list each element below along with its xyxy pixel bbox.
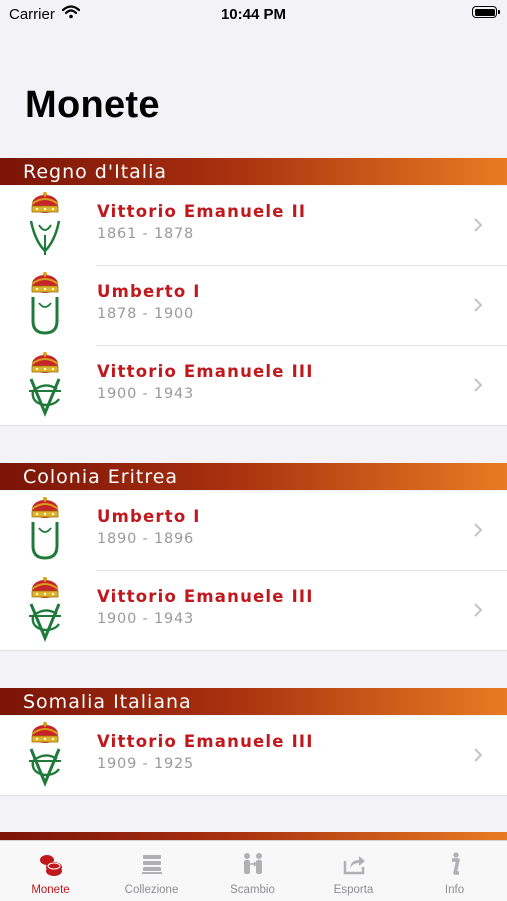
battery-icon [472, 6, 500, 18]
list-item[interactable]: Vittorio Emanuele III 1909 - 1925 [0, 716, 507, 796]
crown-u-monogram-icon [31, 271, 59, 335]
chevron-right-icon [474, 218, 483, 232]
row-separator [0, 795, 507, 796]
coins-icon [40, 855, 62, 876]
ruler-name: Vittorio Emanuele II [97, 202, 307, 221]
chevron-right-icon [474, 603, 483, 617]
list-item[interactable]: Umberto I 1878 - 1900 [0, 266, 507, 346]
status-bar: Carrier 10:44 PM [0, 0, 507, 28]
tab-monete[interactable]: Monete [0, 841, 101, 901]
tab-label: Info [444, 884, 465, 896]
info-icon [452, 852, 460, 875]
list-item[interactable]: Umberto I 1890 - 1896 [0, 491, 507, 571]
exchange-icon [244, 853, 262, 874]
ruler-name: Umberto I [97, 507, 201, 526]
tab-collezione[interactable]: Collezione [101, 841, 202, 901]
ruler-name: Vittorio Emanuele III [97, 362, 314, 381]
section-title: Somalia Italiana [23, 691, 192, 713]
section-title: Colonia Eritrea [23, 466, 179, 488]
list-item[interactable]: Vittorio Emanuele III 1900 - 1943 [0, 346, 507, 426]
tab-label: Collezione [124, 884, 179, 896]
reign-years: 1900 - 1943 [97, 386, 195, 402]
tab-label: Scambio [230, 884, 275, 896]
section-header-somalia: Somalia Italiana [0, 688, 507, 715]
clock: 10:44 PM [220, 6, 287, 23]
reign-years: 1909 - 1925 [97, 756, 195, 772]
crown-ve-monogram-icon [29, 191, 61, 255]
crown-ve3-monogram-icon [29, 721, 61, 787]
stack-icon [142, 855, 162, 874]
chevron-right-icon [474, 378, 483, 392]
tab-label: Esporta [333, 884, 374, 896]
crown-u-monogram-icon [31, 496, 59, 560]
list-item[interactable]: Vittorio Emanuele II 1861 - 1878 [0, 186, 507, 266]
chevron-right-icon [474, 748, 483, 762]
row-separator [0, 425, 507, 426]
section-title: Regno d'Italia [23, 161, 167, 183]
tab-esporta[interactable]: Esporta [303, 841, 404, 901]
ruler-name: Vittorio Emanuele III [97, 587, 314, 606]
page-title: Monete [25, 84, 160, 126]
chevron-right-icon [474, 298, 483, 312]
reign-years: 1890 - 1896 [97, 531, 195, 547]
tab-bar: Monete Collezione Scambio Esporta Info [0, 840, 507, 901]
section-header-eritrea: Colonia Eritrea [0, 463, 507, 490]
chevron-right-icon [474, 523, 483, 537]
ruler-name: Vittorio Emanuele III [97, 732, 314, 751]
section-header-regno: Regno d'Italia [0, 158, 507, 185]
share-icon [343, 856, 365, 875]
row-separator [0, 650, 507, 651]
reign-years: 1900 - 1943 [97, 611, 195, 627]
crown-ve3-monogram-icon [29, 576, 61, 642]
tab-info[interactable]: Info [404, 841, 505, 901]
ruler-name: Umberto I [97, 282, 201, 301]
crown-ve3-monogram-icon [29, 351, 61, 417]
tab-scambio[interactable]: Scambio [202, 841, 303, 901]
list-item[interactable]: Vittorio Emanuele III 1900 - 1943 [0, 571, 507, 651]
tab-label: Monete [31, 884, 70, 896]
reign-years: 1861 - 1878 [97, 226, 195, 242]
reign-years: 1878 - 1900 [97, 306, 195, 322]
